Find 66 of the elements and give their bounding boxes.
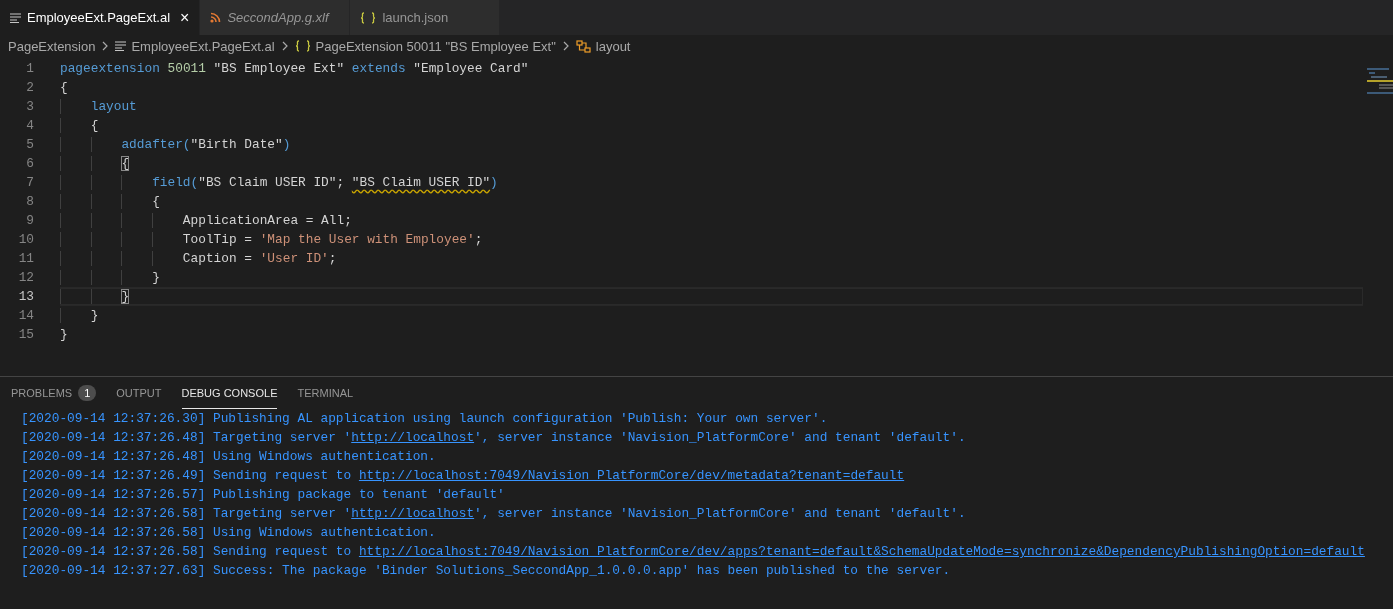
code-line: { [60,156,130,171]
count-badge: 1 [78,385,97,401]
editor-tab[interactable]: SeccondApp.g.xlf [200,0,351,35]
breadcrumb-item[interactable]: PageExtension 50011 "BS Employee Ext" [315,38,556,54]
structure-icon [575,39,591,53]
braces-icon [294,40,311,52]
console-line: [2020-09-14 12:37:27.63] Success: The package 'Binder Solutions_SeccondApp_1.0.0.0.app' has been published to the server. [21,562,952,580]
editor-tab[interactable]: launch.json [350,0,501,35]
code-line: { [60,118,99,133]
line-number: 3 [25,99,34,114]
editor-tab[interactable]: EmployeeExt.PageExt.al × [0,0,201,35]
console-line: [2020-09-14 12:37:26.49] Sending request to http://localhost:7049/Navision_PlatformCore/dev/metadata?tenant=default [21,467,906,485]
url-link[interactable]: http://localhost [351,430,475,445]
code-line: } [60,327,68,342]
console-line: [2020-09-14 12:37:26.30] Publishing AL application using launch configuration 'Publish: Your own server'. [21,410,829,428]
line-number: 7 [25,175,34,190]
close-button[interactable]: × [180,8,190,27]
code-line: } [60,308,99,323]
breadcrumb-item[interactable]: EmployeeExt.PageExt.al [131,38,275,54]
url-link[interactable]: http://localhost:7049/Navision_PlatformCore/dev/apps?tenant=default&SchemaUpdateMode=synchronize&DependencyPublishingOption=default [358,544,1365,559]
code-line: pageextension 50011 "BS Employee Ext" extends "Employee Card" [60,61,529,76]
code-line: { [60,80,68,95]
braces-icon [360,11,377,24]
panel-tab[interactable]: PROBLEMS 1 [11,377,97,409]
line-number: 8 [25,194,34,209]
code-line: layout [60,99,137,114]
code-line: ToolTip = 'Map the User with Employee'; [60,232,483,247]
url-link[interactable]: http://localhost [351,506,475,521]
panel-tab[interactable]: DEBUG CONSOLE [181,377,278,409]
code-line: Caption = 'User ID'; [60,251,337,266]
code-line: { [60,194,160,209]
line-number: 10 [17,232,34,247]
console-line: [2020-09-14 12:37:26.58] Targeting server 'http://localhost', server instance 'Navision_PlatformCore' and tenant 'default'. [21,505,967,523]
console-line: [2020-09-14 12:37:26.58] Using Windows authentication. [21,524,437,542]
line-number: 15 [17,327,34,342]
line-number: 9 [25,213,34,228]
panel-tab[interactable]: TERMINAL [297,377,354,409]
console-line: [2020-09-14 12:37:26.48] Targeting server 'http://localhost', server instance 'Navision_PlatformCore' and tenant 'default'. [21,429,967,447]
code-line: ApplicationArea = All; [60,213,352,228]
breadcrumb-item[interactable]: PageExtension [8,38,96,54]
line-number: 12 [17,270,34,285]
code-line: addafter("Birth Date") [60,137,291,152]
console-line: [2020-09-14 12:37:26.58] Sending request to http://localhost:7049/Navision_PlatformCore/dev/apps?tenant=default&SchemaUpdateMode=synchronize&DependencyPublishingOption=default [21,543,1366,561]
rss-icon [210,12,222,23]
console-line: [2020-09-14 12:37:26.48] Using Windows authentication. [21,448,437,466]
lines-icon [115,41,127,51]
line-number: 14 [17,308,34,323]
line-number: 11 [17,251,34,266]
line-number: 2 [25,80,34,95]
chevron-icon [561,41,570,51]
url-link[interactable]: http://localhost:7049/Navision_PlatformCore/dev/metadata?tenant=default [358,468,905,483]
lines-icon [10,12,21,23]
code-line: } [60,289,130,304]
breadcrumb-item[interactable]: layout [595,38,631,54]
minimap-drawing [1367,68,1393,94]
line-number: 4 [25,118,34,133]
code-line: field("BS Claim USER ID"; "BS Claim USER ID") [60,175,498,190]
console-line: [2020-09-14 12:37:26.57] Publishing package to tenant 'default' [21,486,506,504]
code-line: } [60,270,160,285]
line-number: 13 [17,289,34,304]
chevron-icon [101,41,110,51]
line-number: 6 [25,156,34,171]
chevron-icon [280,41,289,51]
line-number: 5 [25,137,34,152]
panel-tab[interactable]: OUTPUT [116,377,162,409]
line-number: 1 [25,61,34,76]
